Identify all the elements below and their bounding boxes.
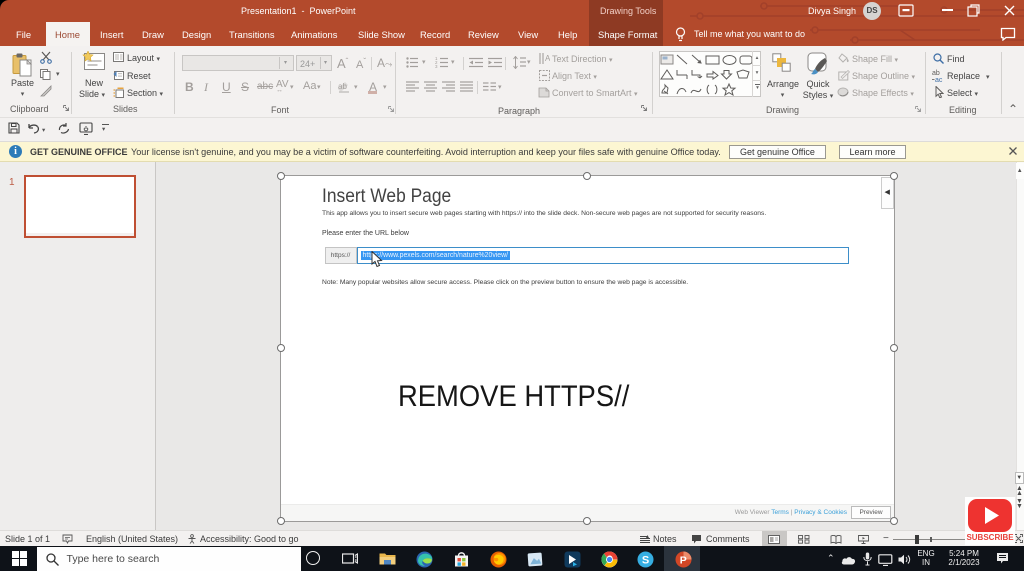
svg-text:ab: ab <box>932 70 940 77</box>
svg-text:ab: ab <box>338 82 347 91</box>
svg-text:S: S <box>642 555 649 567</box>
svg-text:3: 3 <box>435 64 438 68</box>
svg-text:A: A <box>545 54 550 63</box>
svg-text:P: P <box>679 555 686 567</box>
svg-text:ac: ac <box>935 77 943 82</box>
